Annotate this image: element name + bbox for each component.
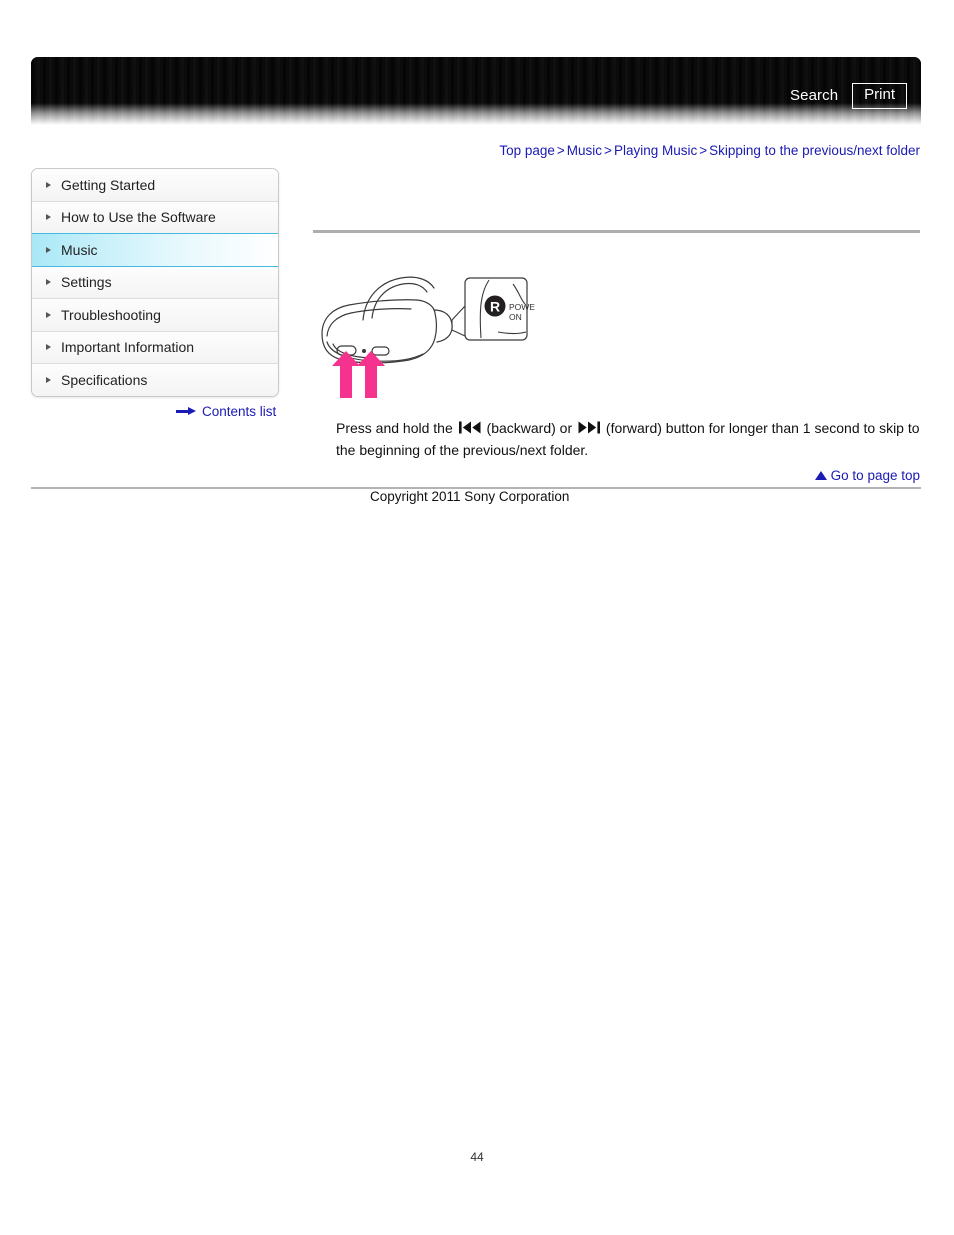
sidebar: Getting Started How to Use the Software …	[31, 168, 279, 397]
sidebar-item-how-to-use-the-software[interactable]: How to Use the Software	[32, 201, 278, 234]
breadcrumb-item-top-page[interactable]: Top page	[499, 143, 555, 158]
copyright-text: Copyright 2011 Sony Corporation	[370, 489, 570, 504]
arrow-right-icon	[176, 407, 196, 416]
breadcrumb-separator: >	[556, 143, 565, 158]
header-banner: Search Print	[31, 57, 921, 125]
breadcrumb-item-music[interactable]: Music	[567, 143, 602, 158]
contents-list-label: Contents list	[202, 404, 277, 419]
sidebar-item-music[interactable]: Music	[32, 233, 278, 267]
instruction-paragraph: Press and hold the (backward) or (forwar…	[336, 417, 922, 461]
triangle-bullet-icon	[46, 214, 51, 221]
go-to-page-top-label: Go to page top	[830, 468, 920, 483]
triangle-bullet-icon	[46, 311, 51, 318]
sidebar-item-label: Settings	[61, 274, 112, 291]
breadcrumb-item-playing-music[interactable]: Playing Music	[614, 143, 697, 158]
sidebar-item-settings[interactable]: Settings	[32, 266, 278, 299]
sidebar-item-label: Getting Started	[61, 176, 156, 193]
breadcrumb-separator: >	[604, 143, 612, 158]
device-illustration: R POWE ON	[313, 258, 553, 403]
breadcrumb-separator: >	[699, 143, 708, 158]
sidebar-item-getting-started[interactable]: Getting Started	[32, 169, 278, 202]
sidebar-item-label: Troubleshooting	[61, 306, 161, 323]
page-number: 44	[470, 1150, 484, 1164]
search-link[interactable]: Search	[790, 87, 838, 104]
triangle-bullet-icon	[46, 279, 51, 286]
callout-on-text: ON	[509, 312, 522, 322]
breadcrumb-item-current[interactable]: Skipping to the previous/next folder	[709, 143, 920, 158]
print-button[interactable]: Print	[852, 83, 907, 109]
triangle-bullet-icon	[46, 344, 51, 351]
triangle-bullet-icon	[46, 181, 51, 188]
sidebar-item-troubleshooting[interactable]: Troubleshooting	[32, 299, 278, 332]
instruction-text-part-2: (backward) or	[486, 420, 573, 436]
callout-r-mark: R	[490, 299, 500, 315]
header-actions: Search Print	[790, 83, 907, 109]
pink-arrow-pair	[332, 351, 385, 398]
sidebar-item-label: Important Information	[61, 339, 195, 356]
triangle-up-icon	[814, 471, 827, 480]
triangle-bullet-icon	[46, 246, 51, 253]
instruction-text-part-1: Press and hold the	[336, 420, 453, 436]
callout-power-text: POWE	[509, 302, 535, 312]
skip-forward-icon	[578, 421, 601, 434]
contents-list-link[interactable]: Contents list	[176, 404, 276, 419]
breadcrumb: Top page > Music > Playing Music > Skipping to…	[499, 143, 920, 158]
content-divider	[313, 230, 920, 233]
skip-backward-icon	[458, 421, 481, 434]
sidebar-item-label: Specifications	[61, 371, 148, 388]
sidebar-item-specifications[interactable]: Specifications	[32, 364, 278, 396]
triangle-bullet-icon	[46, 376, 51, 383]
sidebar-item-label: How to Use the Software	[61, 209, 216, 226]
sidebar-item-label: Music	[61, 241, 98, 258]
sidebar-item-important-information[interactable]: Important Information	[32, 331, 278, 364]
header-bottom-fade	[31, 103, 921, 125]
go-to-page-top-link[interactable]: Go to page top	[814, 468, 920, 483]
